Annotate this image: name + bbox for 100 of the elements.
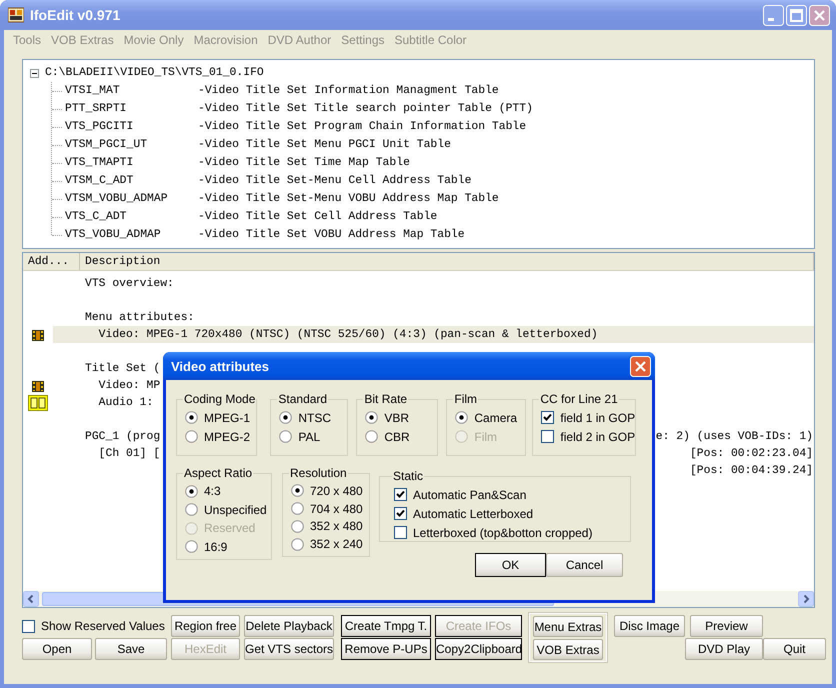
tree-item-description: -Video Title Set-Menu Cell Address Table bbox=[198, 175, 472, 187]
selected-row-highlight[interactable]: Video: MPEG-1 720x480 (NTSC) (NTSC 525/60) (4:3) (pan-scan & letterboxed) bbox=[53, 326, 814, 343]
radio-button[interactable] bbox=[291, 502, 304, 516]
radio-button[interactable] bbox=[185, 540, 198, 554]
maximize-icon[interactable] bbox=[786, 4, 807, 26]
tree-item-name[interactable]: VTSM_PGCI_UT bbox=[65, 139, 198, 151]
list-row-text: Menu attributes: bbox=[85, 312, 194, 324]
dialog-button[interactable]: Cancel bbox=[546, 553, 623, 577]
list-row-text: Audio 1: bbox=[98, 396, 154, 408]
group-label: Coding Mode bbox=[183, 392, 256, 406]
push-button[interactable]: Copy2Clipboard bbox=[435, 638, 522, 660]
radio-button[interactable] bbox=[291, 538, 304, 551]
push-button[interactable]: Quit bbox=[763, 638, 826, 660]
tree-item-name[interactable]: VTS_PGCITI bbox=[65, 121, 198, 133]
checkbox-label[interactable]: Letterboxed (top&botton cropped) bbox=[413, 526, 592, 540]
radio-button[interactable] bbox=[365, 430, 378, 443]
push-button[interactable]: Get VTS sectors bbox=[244, 638, 334, 660]
radio-label[interactable]: 16:9 bbox=[204, 540, 228, 554]
checkbox[interactable] bbox=[541, 430, 554, 443]
tree-item-description: -Video Title Set Title search pointer Table (PTT) bbox=[198, 103, 533, 115]
push-button[interactable]: Delete Playback bbox=[244, 615, 334, 637]
radio-label[interactable]: MPEG-1 bbox=[204, 410, 250, 424]
checkbox[interactable] bbox=[394, 488, 407, 501]
checkbox[interactable] bbox=[394, 507, 407, 520]
dialog-title: Video attributes bbox=[171, 358, 270, 374]
radio-label[interactable]: MPEG-2 bbox=[204, 430, 250, 444]
radio-button[interactable] bbox=[279, 430, 292, 443]
group-label: Aspect Ratio bbox=[183, 466, 254, 480]
radio-label[interactable]: 4:3 bbox=[204, 484, 221, 498]
radio-button[interactable] bbox=[279, 411, 292, 424]
radio-button[interactable] bbox=[185, 484, 198, 498]
list-row-text: Video: MP bbox=[98, 380, 160, 392]
tree-item-name[interactable]: VTS_TMAPTI bbox=[65, 157, 198, 169]
push-button[interactable]: Menu Extras bbox=[533, 616, 603, 637]
radio-button[interactable] bbox=[365, 411, 378, 424]
collapse-icon[interactable] bbox=[30, 68, 39, 78]
tree-root-label[interactable]: C:\BLADEII\VIDEO_TS\VTS_01_0.IFO bbox=[45, 67, 264, 79]
radio-label[interactable]: VBR bbox=[384, 410, 410, 424]
group-label: Bit Rate bbox=[363, 392, 408, 406]
checkbox[interactable] bbox=[541, 411, 554, 424]
radio-label[interactable]: 704 x 480 bbox=[310, 502, 363, 516]
tree-item-description: -Video Title Set Cell Address Table bbox=[198, 211, 438, 223]
list-row-text: e: 2) (uses VOB-IDs: 1) bbox=[656, 430, 813, 442]
tree-item-name[interactable]: VTSM_C_ADT bbox=[65, 175, 198, 187]
list-row-text: [Pos: 00:02:23.04] bbox=[690, 448, 813, 460]
push-button[interactable]: Save bbox=[95, 638, 167, 660]
minimize-icon[interactable] bbox=[763, 4, 784, 26]
radio-label[interactable]: Unspecified bbox=[204, 502, 267, 517]
tree-item-description: -Video Title Set Menu PGCI Unit Table bbox=[198, 139, 451, 151]
dialog-button[interactable]: OK bbox=[475, 553, 546, 577]
tree-item-description: -Video Title Set-Menu VOBU Address Map Table bbox=[198, 193, 499, 205]
group-label: Static bbox=[392, 469, 424, 483]
list-row-text: Video: MPEG-1 720x480 (NTSC) (NTSC 525/60) (4:3) (pan-scan & letterboxed) bbox=[98, 328, 598, 340]
radio-button[interactable] bbox=[185, 503, 198, 516]
tree-item-description: -Video Title Set Information Managment Table bbox=[198, 85, 499, 97]
radio-label[interactable]: 720 x 480 bbox=[310, 484, 363, 498]
push-button[interactable]: Open bbox=[22, 638, 92, 660]
scroll-right-icon[interactable] bbox=[798, 591, 814, 607]
checkbox-label[interactable]: Automatic Pan&Scan bbox=[413, 488, 526, 502]
radio-button[interactable] bbox=[291, 520, 304, 533]
radio-button[interactable] bbox=[455, 411, 468, 424]
tree-item-description: -Video Title Set Program Chain Information Table bbox=[198, 121, 526, 133]
column-header[interactable]: Description bbox=[80, 253, 814, 270]
radio-label[interactable]: NTSC bbox=[298, 410, 332, 424]
radio-label[interactable]: 352 x 240 bbox=[310, 537, 363, 552]
column-header[interactable]: Add... bbox=[23, 253, 80, 270]
checkbox-label[interactable]: Show Reserved Values bbox=[41, 619, 165, 633]
checkbox[interactable] bbox=[394, 526, 407, 539]
radio-button[interactable] bbox=[291, 484, 304, 498]
push-button[interactable]: DVD Play bbox=[685, 638, 763, 660]
tree-item-description: -Video Title Set Time Map Table bbox=[198, 157, 410, 169]
close-icon[interactable] bbox=[630, 356, 651, 376]
checkbox[interactable] bbox=[22, 620, 35, 632]
push-button[interactable]: VOB Extras bbox=[533, 639, 603, 660]
checkbox-label[interactable]: field 1 in GOP bbox=[560, 410, 636, 424]
app-icon bbox=[8, 7, 24, 23]
push-button[interactable]: Remove P-UPs bbox=[341, 638, 431, 660]
tree-item-name[interactable]: VTS_VOBU_ADMAP bbox=[65, 229, 198, 241]
tree-item-name[interactable]: VTSM_VOBU_ADMAP bbox=[65, 193, 198, 205]
list-row-text: [Ch 01] [ bbox=[98, 448, 160, 460]
checkbox-label[interactable]: field 2 in GOP bbox=[560, 430, 636, 444]
push-button[interactable]: Disc Image bbox=[614, 615, 685, 637]
scroll-left-icon[interactable] bbox=[23, 591, 39, 607]
tree-item-description: -Video Title Set VOBU Address Map Table bbox=[198, 229, 465, 241]
push-button[interactable]: Region free bbox=[171, 615, 240, 637]
checkbox-label[interactable]: Automatic Letterboxed bbox=[413, 506, 534, 520]
radio-button[interactable] bbox=[185, 411, 198, 424]
tree-item-name[interactable]: VTSI_MAT bbox=[65, 85, 198, 97]
radio-label[interactable]: CBR bbox=[384, 430, 410, 444]
list-row-text: Title Set ( bbox=[85, 362, 160, 374]
radio-label[interactable]: PAL bbox=[298, 430, 320, 444]
push-button[interactable]: Create Tmpg T. bbox=[341, 615, 431, 637]
radio-label[interactable]: 352 x 480 bbox=[310, 519, 363, 534]
tree-item-name[interactable]: PTT_SRPTI bbox=[65, 103, 198, 115]
radio-button[interactable] bbox=[185, 430, 198, 443]
group-label: Film bbox=[453, 392, 478, 406]
tree-item-name[interactable]: VTS_C_ADT bbox=[65, 211, 198, 223]
radio-label[interactable]: Camera bbox=[474, 410, 518, 424]
speaker-pair-icon bbox=[28, 394, 48, 410]
push-button[interactable]: Preview bbox=[690, 615, 763, 637]
